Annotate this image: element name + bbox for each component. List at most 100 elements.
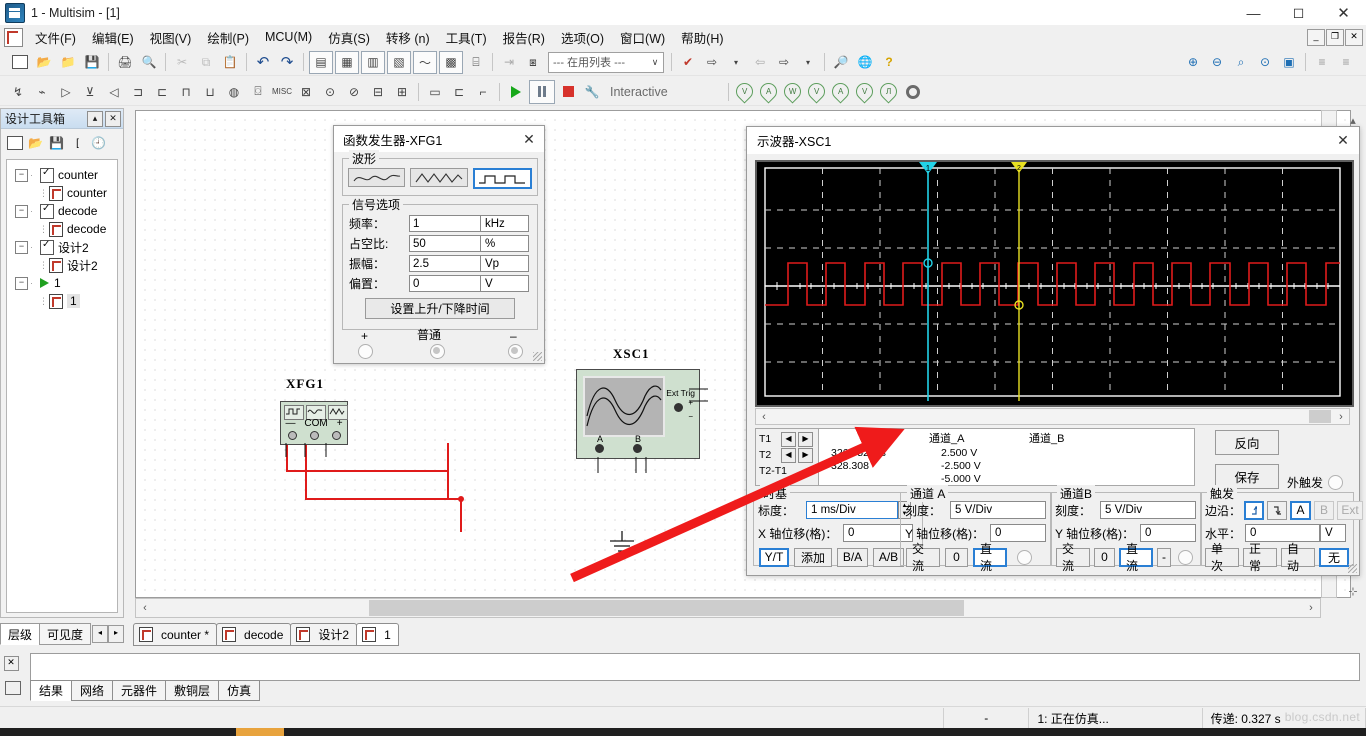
maximize-button[interactable]: ◻ [1276, 0, 1321, 25]
scope-scroll-right-icon[interactable]: › [1333, 411, 1349, 423]
close-button[interactable]: ✕ [1321, 0, 1366, 25]
rising-edge-button[interactable] [1244, 500, 1265, 520]
fgen-resize-grip[interactable] [533, 352, 542, 361]
sptab-nets[interactable]: 网络 [71, 680, 114, 701]
tree-page-1[interactable]: ⋮ 1 [9, 292, 117, 310]
differential-probe-icon[interactable]: A [828, 79, 853, 104]
print-icon[interactable]: 🖨 [114, 52, 136, 73]
channel-b-probe-radio[interactable] [1178, 549, 1193, 565]
tree-page-counter[interactable]: ⋮ counter [9, 184, 117, 202]
check-icon[interactable] [40, 167, 54, 183]
channel-b-gnd-button[interactable]: 0 [1094, 547, 1115, 567]
run-simulation-button[interactable] [505, 81, 527, 102]
cursor-t2-right-button[interactable]: ▶ [798, 447, 813, 463]
amplitude-input[interactable]: 2.5 [409, 255, 481, 272]
display-mode-ba-button[interactable]: B/A [837, 547, 868, 567]
display-mode-yt-button[interactable]: Y/T [759, 547, 789, 567]
trigger-source-ext-button[interactable]: Ext [1337, 500, 1364, 520]
design-toolbox-collapse-button[interactable]: ▴ [87, 110, 103, 127]
menu-reports[interactable]: 报告(R) [495, 26, 553, 49]
xsc-pin-b[interactable] [633, 444, 642, 453]
align-right-icon[interactable]: ≡ [1335, 52, 1357, 73]
channel-a-gnd-button[interactable]: 0 [945, 547, 968, 567]
scope-screen[interactable]: 1 2 [755, 160, 1354, 407]
function-generator-dialog[interactable]: 函数发生器-XFG1 ✕ 波形 信号选项 频率： 1 kHz 占空比: 50 %… [333, 125, 545, 364]
spreadsheet-content-area[interactable] [30, 653, 1360, 681]
full-screen-icon[interactable]: ▤ [309, 50, 333, 74]
stop-simulation-button[interactable] [557, 81, 579, 102]
check-mark-icon[interactable]: ✔ [677, 52, 699, 73]
ammeter-probe-icon[interactable]: A [756, 79, 781, 104]
check-icon[interactable] [40, 203, 54, 219]
spreadsheet-close-button[interactable]: ✕ [3, 656, 19, 671]
undo-icon[interactable]: ↶ [252, 52, 274, 73]
offset-unit[interactable]: V [481, 275, 529, 292]
channel-b-dc-button[interactable]: 直流 [1119, 542, 1153, 573]
timebase-scale-input[interactable]: 1 ms/Div [806, 501, 898, 519]
duty-cycle-input[interactable]: 50 [409, 235, 481, 252]
hscroll-thumb[interactable] [369, 600, 964, 616]
sheet-tab-decode[interactable]: decode [216, 623, 292, 646]
sheet-tab-counter[interactable]: counter * [133, 623, 218, 646]
crop-icon[interactable]: ⊹ [1348, 585, 1357, 598]
cursor-t1-right-button[interactable]: ▶ [798, 431, 813, 447]
reference-probe-icon[interactable]: V [852, 79, 877, 104]
menu-file[interactable]: 文件(F) [27, 26, 84, 49]
basic-component-icon[interactable]: ⌁ [31, 81, 53, 102]
diode-component-icon[interactable]: ▷ [55, 81, 77, 102]
analysis-icon[interactable]: 〜 [413, 50, 437, 74]
in-use-list-combo[interactable]: --- 在用列表 --- ∨ [548, 51, 664, 73]
expander-icon[interactable]: − [15, 204, 28, 218]
globe-icon[interactable]: 🌐 [854, 52, 876, 73]
reverse-button[interactable]: 反向 [1215, 430, 1279, 455]
postprocessor-icon[interactable]: ▥ [361, 50, 385, 74]
design-tree[interactable]: −· counter ⋮ counter −· decode ⋮ decode … [6, 159, 118, 613]
xfg-pin-minus[interactable] [287, 431, 297, 440]
doc-close-button[interactable]: ✕ [1345, 28, 1363, 46]
sine-wave-button[interactable] [348, 168, 406, 187]
print-preview-icon[interactable]: 🔍 [138, 52, 160, 73]
ext-trigger-radio[interactable] [1328, 475, 1344, 490]
zoom-area-icon[interactable]: ⌕ [1230, 52, 1252, 73]
cursor-t1-left-button[interactable]: ◀ [781, 431, 796, 447]
sptab-components[interactable]: 元器件 [112, 680, 167, 701]
canvas-horizontal-scrollbar[interactable]: ‹ › [135, 598, 1321, 618]
menu-window[interactable]: 窗口(W) [612, 26, 673, 49]
export-icon[interactable]: ⇨ [701, 52, 723, 73]
scope-scroll-thumb[interactable] [1309, 410, 1331, 423]
mixed-component-icon[interactable]: ⊔ [199, 81, 221, 102]
database-icon[interactable]: ▩ [439, 50, 463, 74]
menu-edit[interactable]: 编辑(E) [84, 26, 142, 49]
menu-options[interactable]: 选项(O) [553, 26, 612, 49]
falling-edge-button[interactable] [1267, 500, 1288, 520]
zoom-full-icon[interactable]: ▣ [1278, 52, 1300, 73]
paste-icon[interactable]: 📋 [219, 52, 241, 73]
duty-cycle-unit[interactable]: % [481, 235, 529, 252]
power-component-icon[interactable]: ⌼ [247, 81, 269, 102]
mcu-component-icon[interactable]: ⊞ [391, 81, 413, 102]
align-left-icon[interactable]: ≡ [1311, 52, 1333, 73]
tree-page-design2[interactable]: ⋮ 设计2 [9, 256, 117, 274]
doc-restore-button[interactable]: ❐ [1326, 28, 1344, 46]
zoom-out-icon[interactable]: ⊖ [1206, 52, 1228, 73]
taskbar-active-item[interactable] [236, 728, 284, 736]
oscilloscope-dialog[interactable]: 示波器-XSC1 ✕ 1 2 ‹ › T1 ◀ ▶ T2 ◀ ▶ T2-T1 时… [746, 126, 1364, 576]
sptab-simulation[interactable]: 仿真 [218, 680, 261, 701]
expander-icon[interactable]: − [15, 240, 28, 254]
sptab-copper-layers[interactable]: 敷铜层 [165, 680, 220, 701]
source-component-icon[interactable]: ↯ [7, 81, 29, 102]
doc-minimize-button[interactable]: _ [1307, 28, 1325, 46]
tree-page-decode[interactable]: ⋮ decode [9, 220, 117, 238]
history-icon[interactable]: 🕘 [89, 134, 108, 153]
junction-icon[interactable]: ⌐ [472, 81, 494, 102]
indicator-component-icon[interactable]: ◍ [223, 81, 245, 102]
sheet-tab-1[interactable]: 1 [356, 623, 399, 646]
open-design-icon[interactable]: 📂 [26, 134, 45, 153]
back-icon[interactable]: ⇦ [749, 52, 771, 73]
pause-simulation-button[interactable] [529, 79, 555, 104]
channel-b-invert-button[interactable]: - [1157, 547, 1171, 567]
tabs-scroll-left-button[interactable]: ◂ [92, 625, 108, 643]
probe-settings-icon[interactable] [902, 81, 924, 102]
wattmeter-probe-icon[interactable]: W [780, 79, 805, 104]
open-samples-icon[interactable]: 📁 [57, 52, 79, 73]
